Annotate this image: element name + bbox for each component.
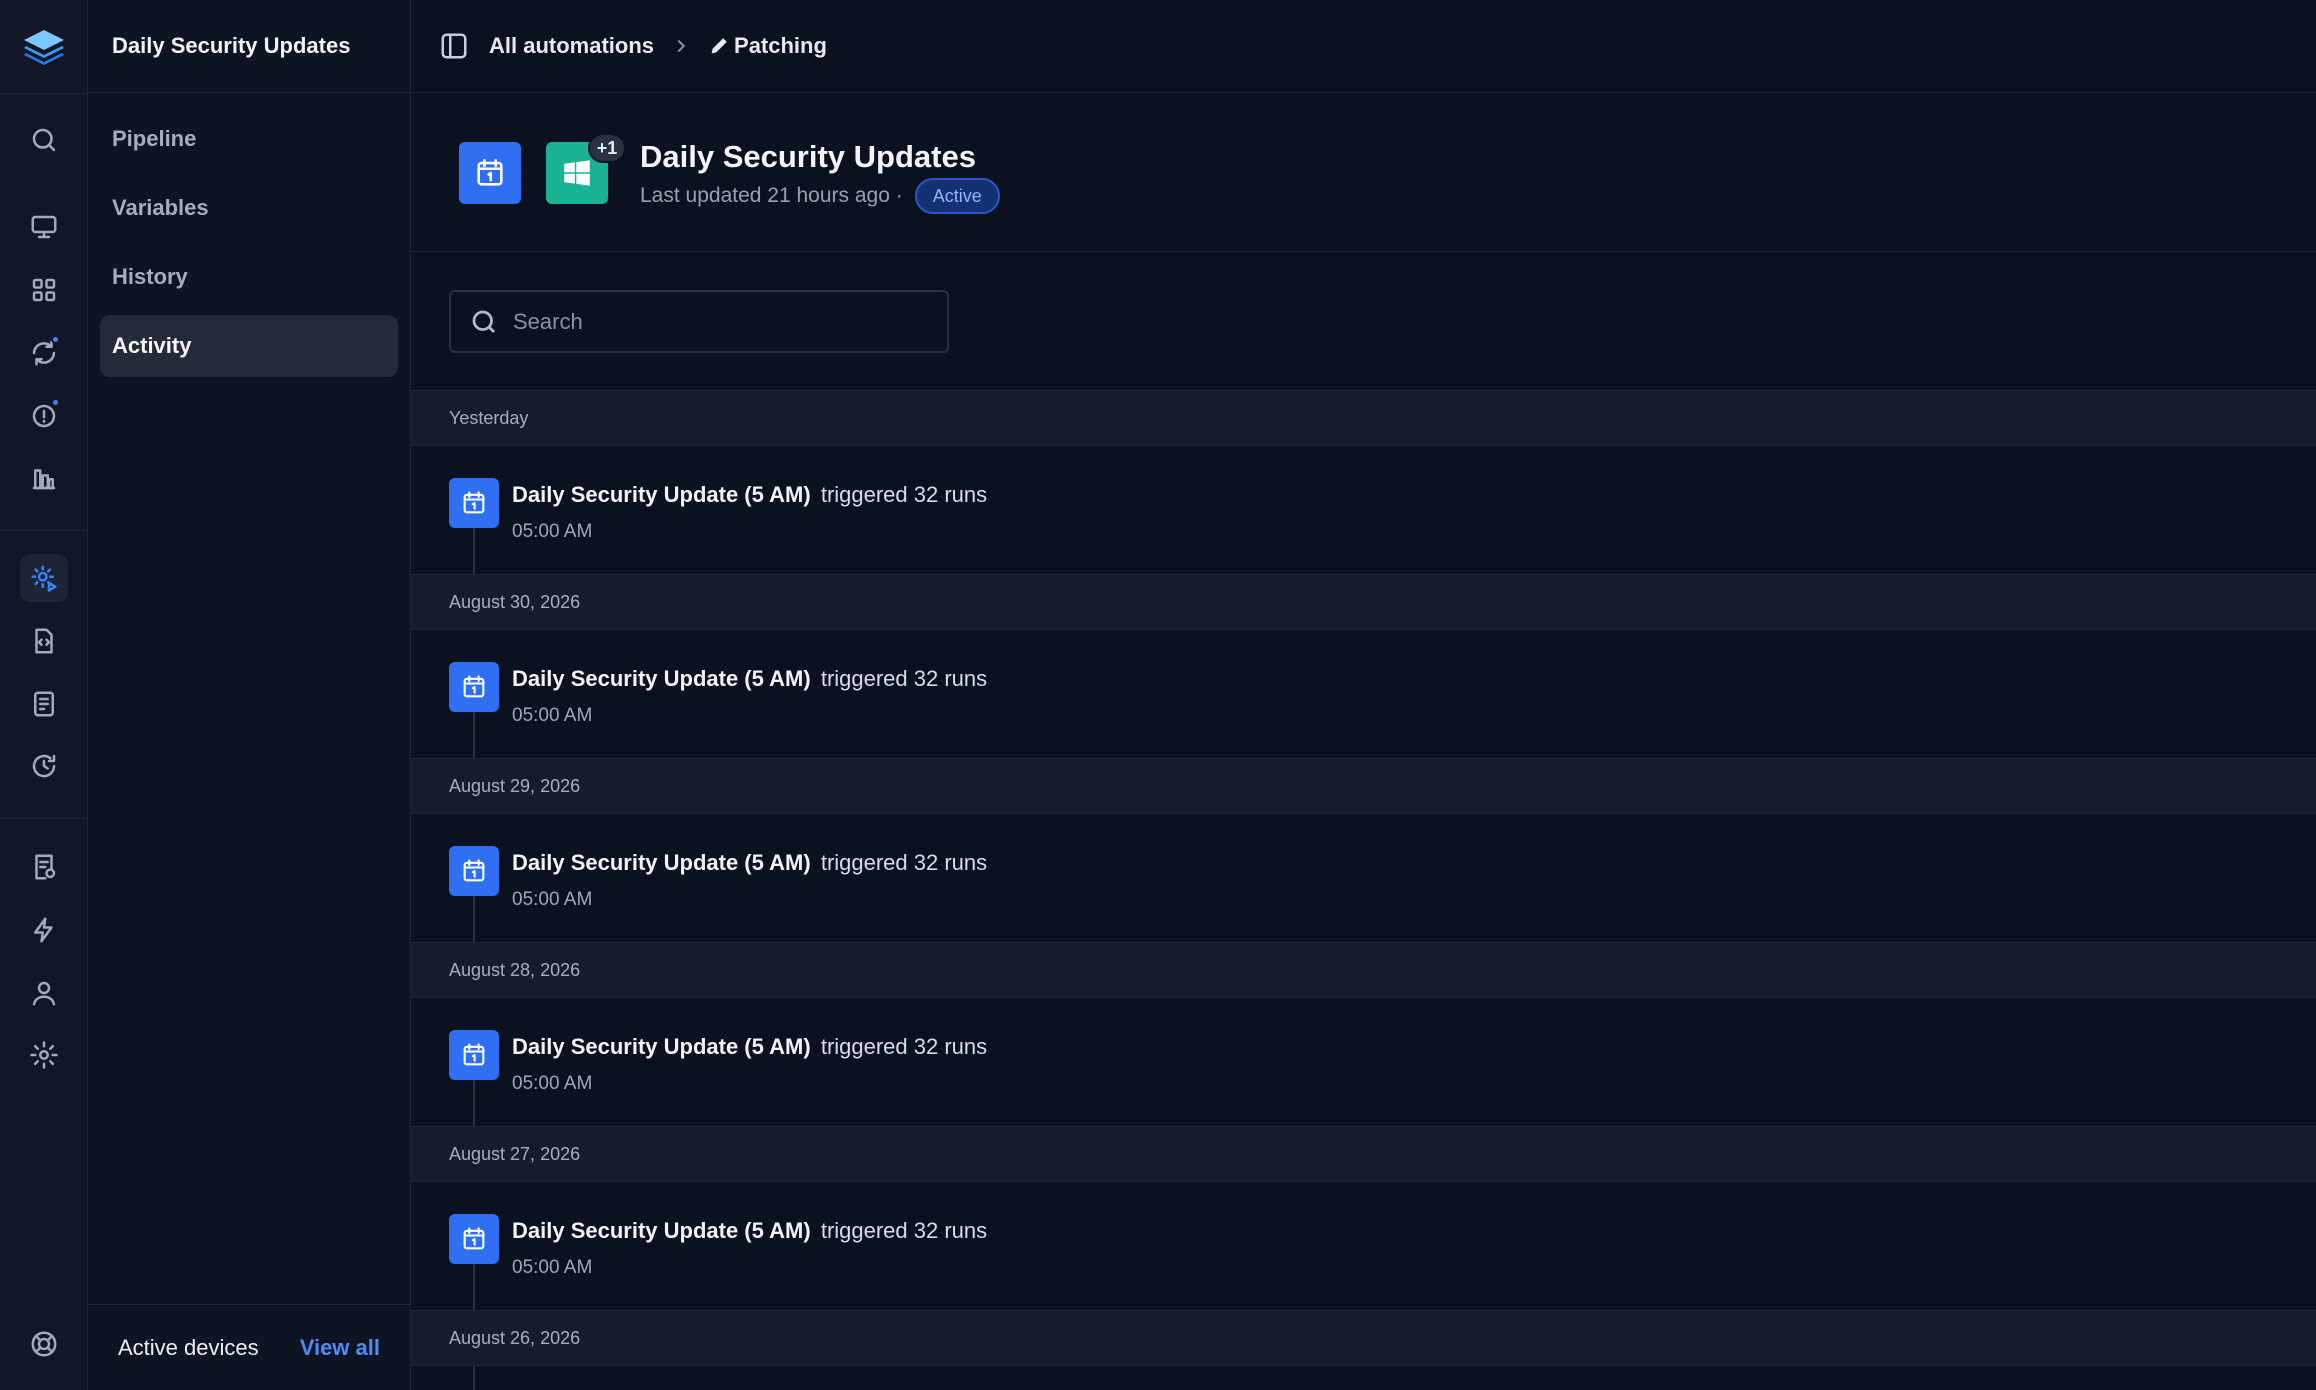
chevron-right-icon [670,35,692,57]
settings-icon[interactable] [20,1031,68,1079]
search-icon[interactable] [20,116,68,164]
event-action: triggered 32 runs [820,482,988,507]
notification-dot [51,398,60,407]
breadcrumb-current: Patching [734,33,827,58]
sidebar-item-activity[interactable]: Activity [100,315,398,377]
search-input[interactable] [513,308,913,335]
extra-targets-badge[interactable]: +1 [588,133,626,163]
date-group-header: August 30, 2026 [411,574,2316,630]
event-action: triggered 32 runs [820,1034,988,1059]
search-box[interactable] [449,290,949,353]
timeline-connector [473,712,475,758]
timeline-connector [473,528,475,574]
sidebar-nav: Pipeline Variables History Activity [88,93,410,377]
timeline-tail [411,1366,2316,1390]
pencil-icon [708,35,730,57]
sidebar-title: Daily Security Updates [112,33,351,58]
sidebar-item-history[interactable]: History [100,246,398,308]
calendar-icon [449,478,499,528]
event-time: 05:00 AM [512,1257,593,1278]
active-devices-label: Active devices [118,1334,259,1360]
search-area [411,252,2316,390]
search-icon [472,310,495,333]
sidebar-header: Daily Security Updates [88,0,410,93]
calendar-icon [449,1214,499,1264]
timeline-connector [473,1366,475,1390]
activity-event[interactable]: Daily Security Update (5 AM) triggered 3… [411,814,2316,942]
help-icon[interactable] [20,1320,68,1368]
date-group-header: August 26, 2026 [411,1310,2316,1366]
event-automation-name[interactable]: Daily Security Update (5 AM) [512,666,811,691]
refresh-icon[interactable] [20,329,68,377]
event-automation-name[interactable]: Daily Security Update (5 AM) [512,482,811,507]
automation-sidebar: Daily Security Updates Pipeline Variable… [88,0,411,1390]
event-description: Daily Security Update (5 AM) triggered 3… [512,1034,987,1060]
grid-icon[interactable] [20,266,68,314]
date-group-header: August 29, 2026 [411,758,2316,814]
breadcrumb-all-automations[interactable]: All automations [489,33,654,59]
policy-icon[interactable] [20,843,68,891]
sidebar-item-variables[interactable]: Variables [100,177,398,239]
activity-event[interactable]: Daily Security Update (5 AM) triggered 3… [411,998,2316,1126]
event-action: triggered 32 runs [820,1218,988,1243]
user-icon[interactable] [20,969,68,1017]
view-all-link[interactable]: View all [300,1335,380,1361]
top-bar: All automations Patching [411,0,2316,93]
calendar-icon [449,846,499,896]
event-description: Daily Security Update (5 AM) triggered 3… [512,1218,987,1244]
event-action: triggered 32 runs [820,850,988,875]
alert-icon[interactable] [20,392,68,440]
history-icon[interactable] [20,742,68,790]
icon-rail [0,0,88,1390]
event-description: Daily Security Update (5 AM) triggered 3… [512,666,987,692]
activity-event[interactable]: Daily Security Update (5 AM) triggered 3… [411,630,2316,758]
status-badge: Active [914,178,1000,214]
notification-dot [51,335,60,344]
toggle-sidebar-icon[interactable] [439,31,469,61]
event-description: Daily Security Update (5 AM) triggered 3… [512,482,987,508]
event-automation-name[interactable]: Daily Security Update (5 AM) [512,850,811,875]
layers-logo-icon[interactable] [20,26,68,66]
calendar-icon [449,662,499,712]
main-content: All automations Patching +1 Daily Securi… [411,0,2316,1390]
event-time: 05:00 AM [512,889,593,910]
code-file-icon[interactable] [20,617,68,665]
page-subtitle: Last updated 21 hours ago · Active [640,178,1000,214]
document-icon[interactable] [20,680,68,728]
page-title: Daily Security Updates [640,139,976,174]
date-group-header: August 27, 2026 [411,1126,2316,1182]
event-automation-name[interactable]: Daily Security Update (5 AM) [512,1218,811,1243]
activity-event[interactable]: Daily Security Update (5 AM) triggered 3… [411,1182,2316,1310]
event-action: triggered 32 runs [820,666,988,691]
event-description: Daily Security Update (5 AM) triggered 3… [512,850,987,876]
date-group-header: August 28, 2026 [411,942,2316,998]
calendar-icon [449,1030,499,1080]
date-group-header: Yesterday [411,390,2316,446]
bar-chart-icon[interactable] [20,454,68,502]
timeline-connector [473,1264,475,1310]
automation-header: +1 Daily Security Updates Last updated 2… [411,93,2316,252]
sidebar-footer: Active devices View all [88,1304,411,1390]
monitor-icon[interactable] [20,203,68,251]
event-time: 05:00 AM [512,705,593,726]
event-automation-name[interactable]: Daily Security Update (5 AM) [512,1034,811,1059]
event-time: 05:00 AM [512,1073,593,1094]
activity-feed: Yesterday Daily Security Update (5 AM) t… [411,390,2316,1390]
timeline-connector [473,1080,475,1126]
calendar-trigger-icon [459,142,521,204]
sidebar-item-pipeline[interactable]: Pipeline [100,108,398,170]
automation-icon[interactable] [20,554,68,602]
timeline-connector [473,896,475,942]
activity-event[interactable]: Daily Security Update (5 AM) triggered 3… [411,446,2316,574]
bolt-icon[interactable] [20,906,68,954]
last-updated-text: Last updated 21 hours ago · [640,184,903,207]
event-time: 05:00 AM [512,521,593,542]
